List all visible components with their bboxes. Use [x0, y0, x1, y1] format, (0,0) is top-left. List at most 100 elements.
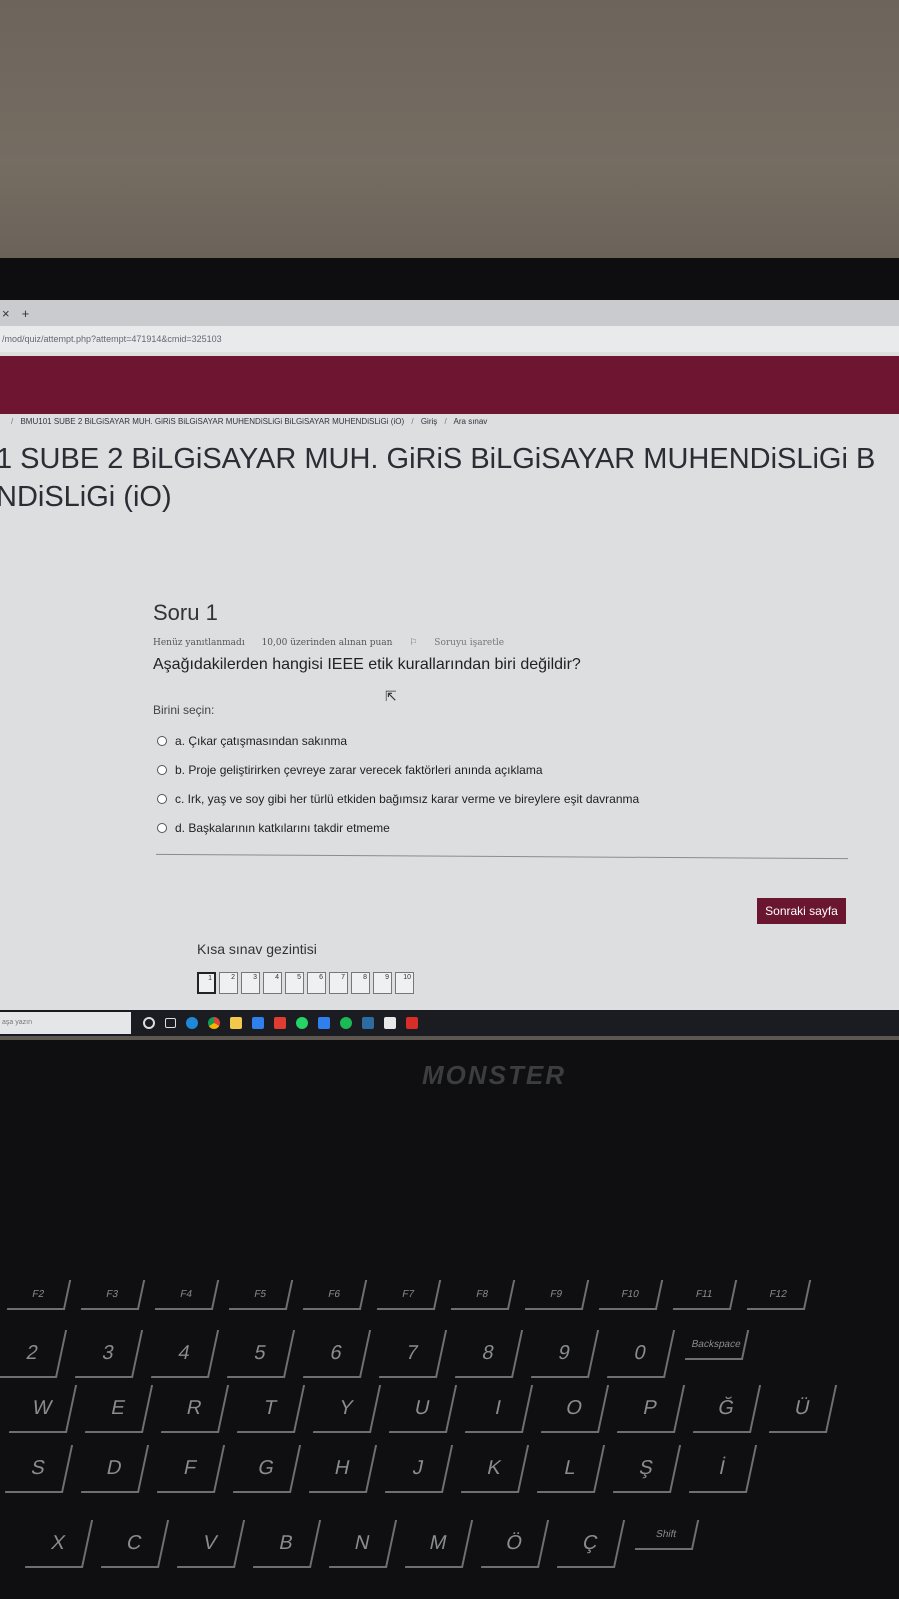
- option-label: d. Başkalarının katkılarını takdir etmem…: [175, 820, 390, 835]
- key: 9: [530, 1330, 600, 1378]
- task-view-icon[interactable]: [165, 1018, 176, 1028]
- browser-screen: × + /mod/quiz/attempt.php?attempt=471914…: [0, 300, 899, 1035]
- key: F10: [598, 1280, 664, 1310]
- mouse-pointer-icon: ⇱: [385, 688, 397, 704]
- key: N: [328, 1520, 398, 1568]
- key: X: [24, 1520, 94, 1568]
- app-icon[interactable]: [362, 1017, 374, 1029]
- quiz-nav-page-9[interactable]: 9: [373, 972, 392, 994]
- acrobat-icon[interactable]: [406, 1017, 418, 1029]
- key: Y: [312, 1385, 382, 1433]
- keyboard-row-z: X C V B N M Ö Ç Shift: [24, 1520, 700, 1568]
- quiz-nav-page-5[interactable]: 5: [285, 972, 304, 994]
- key: 0: [606, 1330, 676, 1378]
- key: 2: [0, 1330, 68, 1378]
- next-page-button[interactable]: Sonraki sayfa: [757, 898, 846, 924]
- key: F6: [302, 1280, 368, 1310]
- key: L: [536, 1445, 606, 1493]
- answer-option-c[interactable]: c. Irk, yaş ve soy gibi her türlü etkide…: [157, 784, 639, 813]
- page-title-line: 1 SUBE 2 BiLGiSAYAR MUH. GiRiS BiLGiSAYA…: [0, 443, 876, 475]
- key: 8: [454, 1330, 524, 1378]
- option-label: c. Irk, yaş ve soy gibi her türlü etkide…: [175, 791, 640, 806]
- key: F2: [6, 1280, 72, 1310]
- address-bar[interactable]: /mod/quiz/attempt.php?attempt=471914&cmi…: [0, 326, 899, 352]
- answer-option-d[interactable]: d. Başkalarının katkılarını takdir etmem…: [157, 813, 639, 842]
- taskbar-icons: [143, 1017, 418, 1029]
- key: F7: [376, 1280, 442, 1310]
- store-icon[interactable]: [384, 1017, 396, 1029]
- key: F3: [80, 1280, 146, 1310]
- key: 4: [150, 1330, 220, 1378]
- key: 6: [302, 1330, 372, 1378]
- quiz-nav-page-3[interactable]: 3: [241, 972, 260, 994]
- laptop-keyboard: [0, 1040, 899, 1599]
- new-tab-icon[interactable]: +: [22, 306, 30, 321]
- key: F: [156, 1445, 226, 1493]
- quiz-nav-page-1[interactable]: 1: [197, 972, 216, 994]
- key: U: [388, 1385, 458, 1433]
- key: I: [464, 1385, 534, 1433]
- breadcrumb-quiz[interactable]: Ara sınav: [454, 417, 488, 426]
- quiz-nav-page-6[interactable]: 6: [307, 972, 326, 994]
- question-info: Henüz yanıtlanmadı 10,00 üzerinden alına…: [153, 638, 532, 648]
- key: R: [160, 1385, 230, 1433]
- browser-tab-bar: × +: [0, 300, 899, 326]
- answer-option-a[interactable]: a. Çıkar çatışmasından sakınma: [157, 726, 639, 755]
- radio-button[interactable]: [157, 735, 167, 746]
- office-icon[interactable]: [274, 1017, 286, 1029]
- key: F9: [524, 1280, 590, 1310]
- key: Ö: [480, 1520, 550, 1568]
- key: O: [540, 1385, 610, 1433]
- key: S: [4, 1445, 74, 1493]
- whatsapp-icon[interactable]: [296, 1017, 308, 1029]
- quiz-nav-page-7[interactable]: 7: [329, 972, 348, 994]
- flag-question-link[interactable]: ⚐ Soruyu işaretle: [409, 638, 518, 648]
- radio-button[interactable]: [157, 793, 167, 804]
- question-title: Soru 1: [153, 600, 218, 625]
- breadcrumb-section[interactable]: Giriş: [421, 417, 437, 426]
- quiz-navigation-title: Kısa sınav gezintisi: [197, 941, 317, 957]
- todo-icon[interactable]: [318, 1017, 330, 1029]
- keyboard-row-q: W E R T Y U I O P Ğ Ü: [8, 1385, 838, 1433]
- key: D: [80, 1445, 150, 1493]
- radio-button[interactable]: [157, 764, 167, 775]
- quiz-nav-page-10[interactable]: 10: [395, 972, 414, 994]
- quiz-nav-page-4[interactable]: 4: [263, 972, 282, 994]
- mail-icon[interactable]: [252, 1017, 264, 1029]
- flag-icon: ⚐: [409, 638, 418, 648]
- key: 7: [378, 1330, 448, 1378]
- breadcrumb-course[interactable]: BMU101 SUBE 2 BiLGiSAYAR MUH. GiRiS BiLG…: [20, 417, 404, 426]
- tab-close-icon[interactable]: ×: [2, 306, 10, 321]
- keyboard-row-a: S D F G H J K L Ş İ: [4, 1445, 758, 1493]
- question-status: Henüz yanıtlanmadı: [153, 638, 245, 648]
- key: C: [100, 1520, 170, 1568]
- question-text: Aşağıdakilerden hangisi IEEE etik kurall…: [153, 656, 581, 673]
- quiz-nav-page-2[interactable]: 2: [219, 972, 238, 994]
- edge-icon[interactable]: [186, 1017, 198, 1029]
- spotify-icon[interactable]: [340, 1017, 352, 1029]
- chrome-icon[interactable]: [208, 1017, 220, 1029]
- quiz-nav-page-8[interactable]: 8: [351, 972, 370, 994]
- key: Ü: [768, 1385, 838, 1433]
- windows-taskbar: aşa yazın: [0, 1010, 899, 1036]
- key: J: [384, 1445, 454, 1493]
- key: Ş: [612, 1445, 682, 1493]
- keyboard-row-numbers: 2 3 4 5 6 7 8 9 0 Backspace: [0, 1330, 750, 1378]
- key: 3: [74, 1330, 144, 1378]
- question-score: 10,00 üzerinden alınan puan: [261, 638, 393, 648]
- key: H: [308, 1445, 378, 1493]
- page-title: 1 SUBE 2 BiLGiSAYAR MUH. GiRiS BiLGiSAYA…: [0, 440, 899, 516]
- key: F8: [450, 1280, 516, 1310]
- radio-button[interactable]: [157, 822, 167, 833]
- answer-option-b[interactable]: b. Proje geliştirirken çevreye zarar ver…: [157, 755, 639, 784]
- key: 5: [226, 1330, 296, 1378]
- key: M: [404, 1520, 474, 1568]
- wall-background: [0, 0, 899, 270]
- divider: [156, 853, 848, 860]
- taskbar-search-input[interactable]: aşa yazın: [0, 1012, 131, 1034]
- page-title-line: NDiSLiGi (iO): [0, 481, 172, 513]
- file-explorer-icon[interactable]: [230, 1017, 242, 1029]
- key: F4: [154, 1280, 220, 1310]
- cortana-icon[interactable]: [143, 1017, 155, 1029]
- breadcrumb-separator: /: [11, 417, 14, 426]
